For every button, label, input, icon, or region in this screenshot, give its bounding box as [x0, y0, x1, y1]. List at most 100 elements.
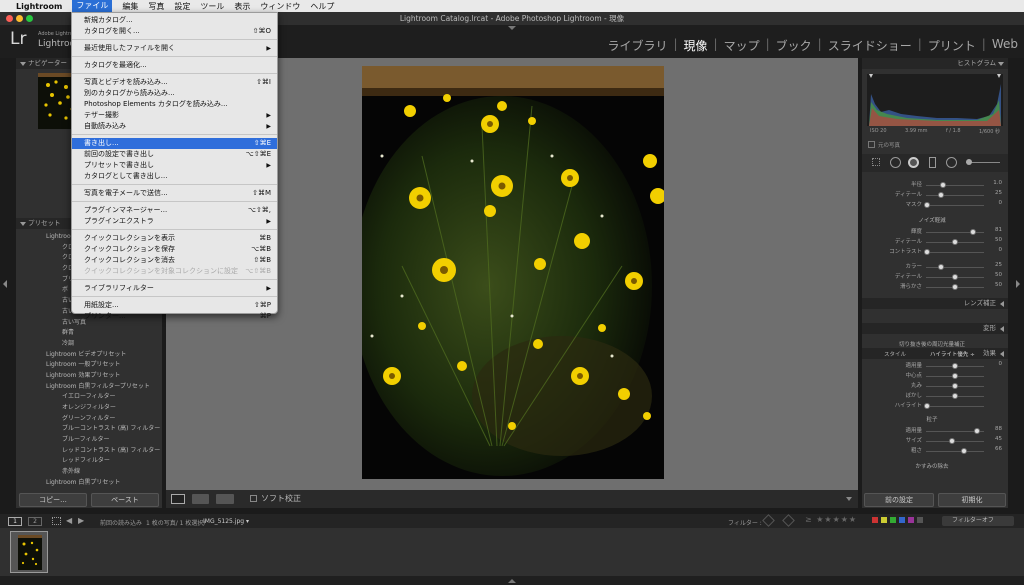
lens-correction-header[interactable]: レンズ補正 [862, 298, 1008, 309]
slider-knob[interactable] [952, 274, 958, 280]
copy-settings-button[interactable]: コピー... [19, 493, 87, 507]
radial-filter-icon[interactable] [946, 157, 957, 168]
module-book[interactable]: ブック [776, 37, 812, 54]
source-label[interactable]: 前回の読み込み [100, 518, 142, 527]
filmstrip-toggle-icon[interactable] [508, 579, 516, 583]
file-menu-item[interactable]: プラグインエクストラ ▶ [72, 216, 277, 227]
file-menu-item[interactable]: 書き出し... ⇧⌘E [72, 138, 277, 149]
file-menu-item[interactable]: ライブラリフィルター ▶ [72, 283, 277, 294]
menu-lightroom[interactable]: Lightroom [16, 2, 62, 11]
green-label-icon[interactable] [890, 517, 896, 523]
slider-row[interactable]: マスク 0 [874, 200, 1004, 210]
blue-label-icon[interactable] [899, 517, 905, 523]
preset-item[interactable]: ブルーコントラスト (高) フィルター [16, 424, 162, 435]
slider-knob[interactable] [952, 393, 958, 399]
file-menu-item[interactable]: 用紙設定... ⇧⌘P [72, 300, 277, 311]
slider-track[interactable] [926, 441, 984, 442]
histogram[interactable] [867, 74, 1003, 126]
grid-view-icon[interactable] [52, 517, 61, 525]
slider-knob[interactable] [937, 192, 944, 198]
style-value[interactable]: ハイライト優先 ÷ [930, 350, 975, 358]
crop-tool-icon[interactable] [872, 158, 880, 166]
file-menu-item[interactable]: プリンター... ⌘P [72, 311, 277, 322]
slider-row[interactable]: ぼかし [874, 391, 1004, 401]
slider-knob[interactable] [961, 448, 968, 454]
menu-help[interactable]: ヘルプ [310, 1, 334, 12]
file-menu-item[interactable]: クイックコレクションを保存 ⌥⌘B [72, 244, 277, 255]
graduated-filter-icon[interactable] [929, 157, 936, 168]
window-2-button[interactable]: 2 [28, 517, 42, 526]
slider-track[interactable] [926, 185, 984, 186]
right-panel-toggle-icon[interactable] [1016, 280, 1020, 288]
red-eye-icon[interactable] [908, 157, 919, 168]
left-panel-toggle-icon[interactable] [3, 280, 7, 288]
file-menu-item[interactable]: カタログを最適化... [72, 60, 277, 71]
menu-view[interactable]: 表示 [234, 1, 250, 12]
slider-track[interactable] [926, 252, 984, 253]
filename-label[interactable]: IMG_5125.jpg ▾ [203, 518, 249, 525]
preset-item[interactable]: 群青 [16, 328, 162, 339]
module-print[interactable]: プリント [928, 37, 976, 54]
module-map[interactable]: マップ [724, 37, 760, 54]
slider-row[interactable]: ディテール 50 [874, 272, 1004, 282]
file-menu-item[interactable]: 最近使用したファイルを開く ▶ [72, 43, 277, 54]
back-arrow-icon[interactable]: ◀ [66, 516, 72, 525]
slider-row[interactable]: ディテール 50 [874, 237, 1004, 247]
slider-track[interactable] [926, 267, 984, 268]
preset-item[interactable]: レッドコントラスト (高) フィルター [16, 446, 162, 457]
preset-item[interactable]: レッドフィルター [16, 456, 162, 467]
purple-label-icon[interactable] [908, 517, 914, 523]
slider-row[interactable]: サイズ 45 [874, 436, 1004, 446]
filmstrip-thumb-selected[interactable] [10, 531, 48, 573]
module-slideshow[interactable]: スライドショー [828, 37, 912, 54]
slider-row[interactable]: 適用量 0 [874, 361, 1004, 371]
slider-row[interactable]: コントラスト 0 [874, 247, 1004, 257]
transform-header[interactable]: 変形 [862, 323, 1008, 334]
slider-track[interactable] [926, 195, 984, 196]
slider-track[interactable] [926, 406, 984, 407]
slider-knob[interactable] [952, 284, 958, 290]
slider-knob[interactable] [974, 428, 981, 434]
preset-item[interactable]: イエローフィルター [16, 392, 162, 403]
preset-folder[interactable]: Lightroom ビデオプリセット [16, 350, 162, 361]
before-after-mode-icon[interactable] [216, 494, 234, 504]
slider-row[interactable]: ディテール 25 [874, 190, 1004, 200]
main-photo[interactable] [362, 66, 664, 479]
slider-row[interactable]: ハイライト [874, 401, 1004, 411]
file-menu-item[interactable]: Photoshop Elements カタログを読み込み... [72, 99, 277, 110]
file-menu-item[interactable]: クイックコレクションを表示 ⌘B [72, 233, 277, 244]
preset-folder[interactable]: Lightroom 効果プリセット [16, 371, 162, 382]
preset-item[interactable]: 赤外線 [16, 467, 162, 478]
slider-knob[interactable] [949, 438, 956, 444]
toolbar-menu-icon[interactable] [846, 497, 852, 501]
reject-filter-icon[interactable] [782, 514, 795, 527]
menu-file[interactable]: ファイル [72, 0, 113, 12]
preset-folder[interactable]: Lightroom 一般プリセット [16, 360, 162, 371]
red-label-icon[interactable] [872, 517, 878, 523]
gray-label-icon[interactable] [917, 517, 923, 523]
preset-item[interactable]: ブルーフィルター [16, 435, 162, 446]
slider-knob[interactable] [940, 182, 947, 188]
file-menu-item[interactable]: 写真とビデオを読み込み... ⇧⌘I [72, 77, 277, 88]
file-menu-item[interactable]: 写真を電子メールで送信... ⇧⌘M [72, 188, 277, 199]
minimize-window-icon[interactable] [16, 15, 23, 22]
paste-settings-button[interactable]: ペースト [91, 493, 159, 507]
module-develop[interactable]: 現像 [684, 37, 708, 54]
spot-removal-icon[interactable] [890, 157, 901, 168]
file-menu-item[interactable]: クイックコレクションを消去 ⇧⌘B [72, 255, 277, 266]
file-menu-item[interactable]: 前回の設定で書き出し ⌥⇧⌘E [72, 149, 277, 160]
file-menu-item[interactable]: テザー撮影 ▶ [72, 110, 277, 121]
rating-filter-icon[interactable]: ≥ ★★★★★ [805, 515, 857, 524]
preset-folder[interactable]: Lightroom 白黒プリセット [16, 478, 162, 489]
forward-arrow-icon[interactable]: ▶ [78, 516, 84, 525]
file-menu-item[interactable]: カタログを開く... ⇧⌘O [72, 26, 277, 37]
previous-settings-button[interactable]: 前の設定 [864, 493, 934, 507]
preset-item[interactable]: グリーンフィルター [16, 414, 162, 425]
slider-row[interactable]: 適用量 88 [874, 426, 1004, 436]
histogram-header[interactable]: ヒストグラム [862, 58, 1008, 69]
reset-button[interactable]: 初期化 [938, 493, 1006, 507]
menu-edit[interactable]: 編集 [122, 1, 138, 12]
slider-row[interactable]: 粗さ 66 [874, 446, 1004, 456]
slider-knob[interactable] [924, 202, 931, 208]
loupe-view-icon[interactable] [171, 494, 185, 504]
